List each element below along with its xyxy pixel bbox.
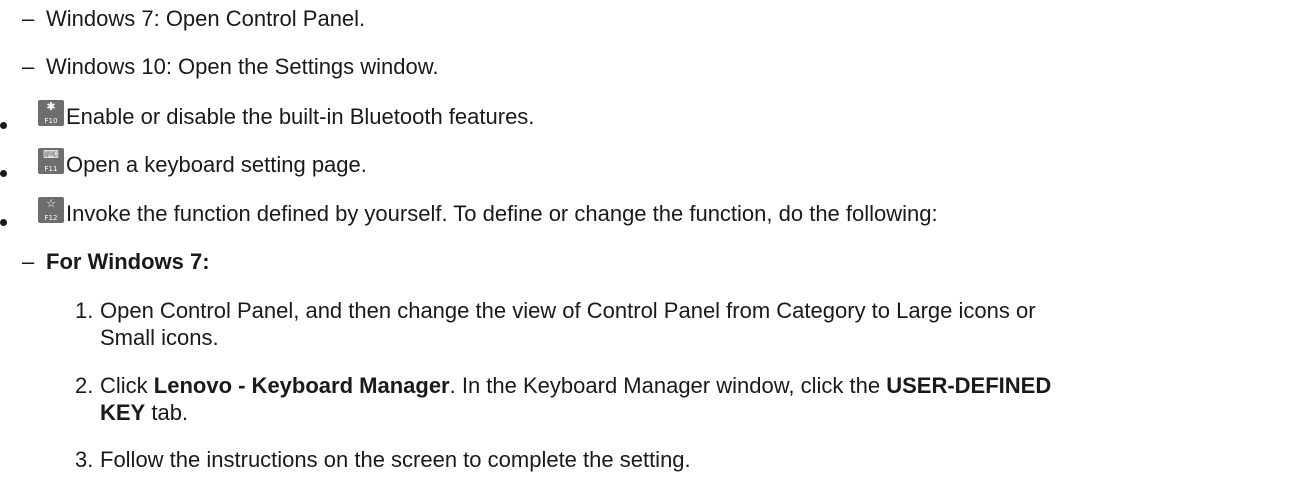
f11-key: ⌨ F11 [38,148,64,174]
f10-key: ✱ F10 [38,100,64,126]
lenovo-keyboard-manager-label: Lenovo - Keyboard Manager [153,373,450,398]
step-3-text: Follow the instructions on the screen to… [100,447,691,472]
f12-description: Invoke the function defined by yourself.… [66,201,938,226]
step-2-text-line2: KEY tab. [100,400,188,426]
step-number: 1. [75,298,94,323]
f10-key-label: F10 [44,117,58,125]
f11-description: Open a keyboard setting page. [66,152,367,177]
f11-key-label: F11 [44,165,58,173]
step-1-text-line2: Small icons. [100,325,219,350]
dash-marker: – [22,249,35,274]
user-defined-label: USER-DEFINED [886,373,1052,398]
win10-open-text: Windows 10: Open the Settings window. [46,54,439,79]
keyboard-icon: ⌨ [43,148,59,161]
dash-marker: – [22,54,35,79]
bluetooth-icon: ✱ [46,100,56,113]
step-2-post: tab. [145,400,189,425]
f12-key: ☆ F12 [38,197,64,223]
step-2-mid: . In the Keyboard Manager window, click … [449,373,887,398]
step-number: 2. [75,373,94,398]
bullet [0,122,7,129]
win7-open-text: Windows 7: Open Control Panel. [46,6,366,31]
bullet [0,170,7,177]
f12-key-label: F12 [44,214,58,222]
for-windows-7-heading: For Windows 7: [46,249,210,274]
star-icon: ☆ [46,197,56,210]
step-number: 3. [75,447,94,472]
bullet [0,219,7,226]
f10-description: Enable or disable the built-in Bluetooth… [66,104,535,129]
step-1-text-line1: Open Control Panel, and then change the … [100,298,1036,323]
key-label: KEY [100,400,146,425]
step-2-text-line1: Click Lenovo - Keyboard Manager. In the … [100,373,1051,399]
step-2-pre: Click [100,373,154,398]
dash-marker: – [22,6,35,31]
